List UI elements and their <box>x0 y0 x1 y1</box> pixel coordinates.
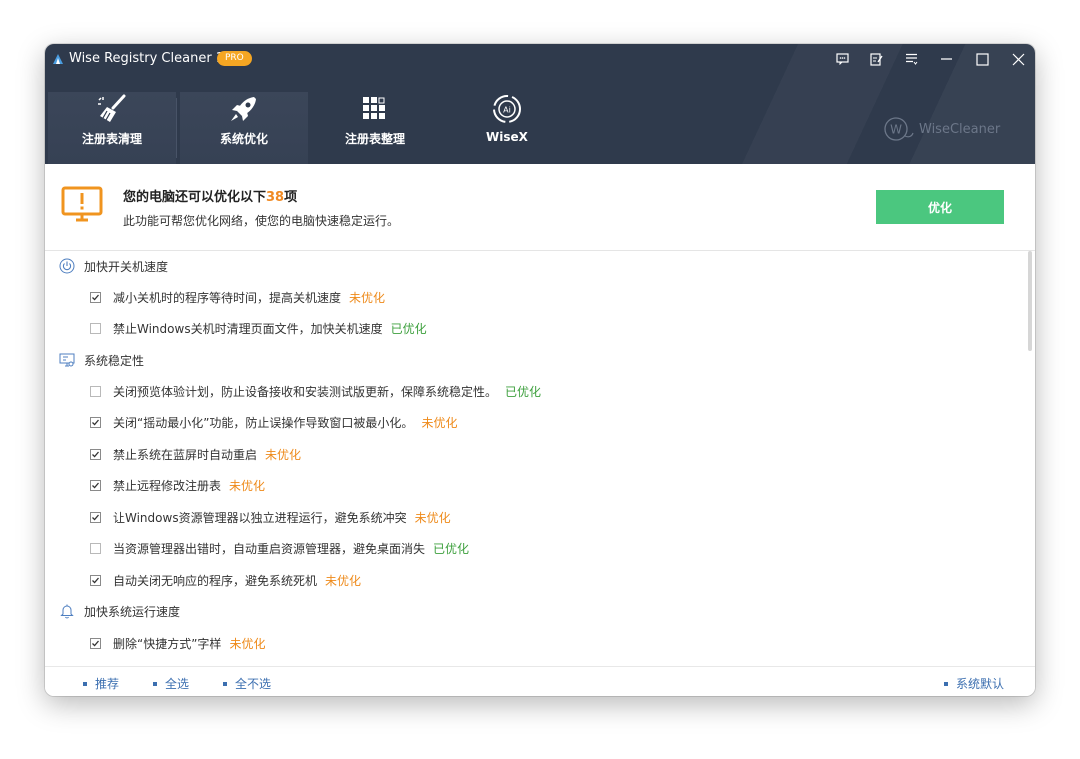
recommend-link[interactable]: 推荐 <box>83 675 119 692</box>
scrollbar[interactable] <box>1028 251 1032 351</box>
tab-label: 注册表整理 <box>344 132 405 146</box>
tab-label: WiseX <box>486 130 528 144</box>
optimize-count: 38 <box>266 190 285 205</box>
item-label: 关闭预览体验计划，防止设备接收和安装测试版更新，保障系统稳定性。 <box>113 384 498 399</box>
bullet-icon <box>944 681 948 686</box>
tab-system-optimize[interactable]: 系统优化 <box>180 92 308 164</box>
ai-swirl-icon: Ai <box>491 94 523 124</box>
monitor-warning-icon <box>61 186 103 222</box>
list-item[interactable]: 减小关机时的程序等待时间，提高关机速度 未优化 <box>90 285 385 309</box>
close-icon[interactable] <box>1007 48 1029 70</box>
nav-divider <box>176 98 177 158</box>
select-all-link[interactable]: 全选 <box>153 675 189 692</box>
banner-title: 您的电脑还可以优化以下38项 <box>123 190 298 205</box>
banner-subtitle: 此功能可帮您优化网络，使您的电脑快速稳定运行。 <box>123 214 400 228</box>
brand-label: WiseCleaner <box>919 121 1001 137</box>
footer-bar: 推荐 全选 全不选 系统默认 <box>45 666 1035 696</box>
wisecleaner-logo-icon: W <box>884 117 914 141</box>
app-window: Wise Registry Cleaner 11 PRO 注册表清理 系统优化 … <box>45 44 1035 696</box>
app-logo-icon <box>53 54 63 64</box>
optimization-list: 加快开关机速度 减小关机时的程序等待时间，提高关机速度 未优化 禁止Window… <box>45 251 1035 665</box>
list-item[interactable]: 禁止Windows关机时清理页面文件，加快关机速度 已优化 <box>90 316 427 340</box>
item-label: 禁止远程修改注册表 <box>113 478 222 493</box>
monitor-settings-icon <box>58 351 76 369</box>
status-badge: 未优化 <box>325 573 362 588</box>
checkbox[interactable] <box>90 542 101 554</box>
title-bar: Wise Registry Cleaner 11 PRO <box>45 44 1035 74</box>
category-row: 加快开关机速度 <box>58 254 168 278</box>
list-item[interactable]: 让Windows资源管理器以独立进程运行，避免系统冲突 未优化 <box>90 505 451 529</box>
checkbox[interactable] <box>90 479 101 491</box>
power-icon <box>58 257 76 275</box>
status-badge: 已优化 <box>505 384 542 399</box>
svg-text:Ai: Ai <box>503 106 511 115</box>
status-badge: 未优化 <box>421 415 458 430</box>
category-label: 系统稳定性 <box>84 353 145 368</box>
wisecleaner-brand[interactable]: W WiseCleaner <box>883 116 1000 142</box>
bullet-icon <box>153 681 157 686</box>
menu-icon[interactable] <box>900 48 922 70</box>
bullet-icon <box>83 681 87 686</box>
checkbox[interactable] <box>90 511 101 523</box>
tab-label: 注册表清理 <box>81 132 142 146</box>
item-label: 当资源管理器出错时，自动重启资源管理器，避免桌面消失 <box>113 541 426 556</box>
category-label: 加快开关机速度 <box>84 259 169 274</box>
list-item[interactable]: 禁止远程修改注册表 未优化 <box>90 473 265 497</box>
item-label: 让Windows资源管理器以独立进程运行，避免系统冲突 <box>113 510 407 525</box>
select-none-link[interactable]: 全不选 <box>223 675 271 692</box>
list-item[interactable]: 自动关闭无响应的程序，避免系统死机 未优化 <box>90 568 361 592</box>
item-label: 禁止Windows关机时清理页面文件，加快关机速度 <box>113 321 383 336</box>
bullet-icon <box>223 681 227 686</box>
rocket-icon <box>228 94 260 124</box>
status-badge: 未优化 <box>414 510 451 525</box>
summary-banner: 您的电脑还可以优化以下38项 此功能可帮您优化网络，使您的电脑快速稳定运行。 优… <box>45 164 1035 251</box>
tab-registry-clean[interactable]: 注册表清理 <box>48 92 176 164</box>
list-item[interactable]: 关闭“摇动最小化”功能，防止误操作导致窗口被最小化。 未优化 <box>90 410 457 434</box>
minimize-icon[interactable] <box>935 48 957 70</box>
item-label: 减小关机时的程序等待时间，提高关机速度 <box>113 290 342 305</box>
app-title: Wise Registry Cleaner 11 <box>69 51 233 66</box>
status-badge: 未优化 <box>229 478 266 493</box>
checkbox[interactable] <box>90 637 101 649</box>
tab-label: 系统优化 <box>219 132 268 146</box>
category-row: 系统稳定性 <box>58 348 144 372</box>
optimize-button[interactable]: 优化 <box>876 190 1004 224</box>
checkbox[interactable] <box>90 416 101 428</box>
svg-text:W: W <box>890 123 902 137</box>
item-label: 自动关闭无响应的程序，避免系统死机 <box>113 573 318 588</box>
maximize-icon[interactable] <box>971 48 993 70</box>
list-item[interactable]: 当资源管理器出错时，自动重启资源管理器，避免桌面消失 已优化 <box>90 536 469 560</box>
feedback-icon[interactable] <box>831 48 853 70</box>
category-label: 加快系统运行速度 <box>84 604 181 619</box>
edit-note-icon[interactable] <box>865 48 887 70</box>
category-row: 加快系统运行速度 <box>58 599 180 623</box>
item-label: 关闭“摇动最小化”功能，防止误操作导致窗口被最小化。 <box>113 415 414 430</box>
bell-icon <box>58 602 76 620</box>
broom-icon <box>96 94 128 124</box>
grid-blocks-icon <box>361 94 389 124</box>
list-item[interactable]: 禁止系统在蓝屏时自动重启 未优化 <box>90 442 301 466</box>
list-item[interactable]: 关闭预览体验计划，防止设备接收和安装测试版更新，保障系统稳定性。 已优化 <box>90 379 541 403</box>
checkbox[interactable] <box>90 291 101 303</box>
item-label: 删除“快捷方式”字样 <box>113 636 222 651</box>
tab-registry-defrag[interactable]: 注册表整理 <box>311 92 439 164</box>
status-badge: 已优化 <box>390 321 427 336</box>
list-item[interactable]: 删除“快捷方式”字样 未优化 <box>90 631 265 655</box>
checkbox[interactable] <box>90 385 101 397</box>
pro-badge: PRO <box>217 51 252 66</box>
checkbox[interactable] <box>90 322 101 334</box>
tab-wisex[interactable]: Ai WiseX <box>443 92 571 164</box>
checkbox[interactable] <box>90 448 101 460</box>
header: Wise Registry Cleaner 11 PRO 注册表清理 系统优化 … <box>45 44 1035 164</box>
checkbox[interactable] <box>90 574 101 586</box>
status-badge: 未优化 <box>265 447 302 462</box>
status-badge: 未优化 <box>229 636 266 651</box>
status-badge: 未优化 <box>349 290 386 305</box>
item-label: 禁止系统在蓝屏时自动重启 <box>113 447 258 462</box>
system-default-link[interactable]: 系统默认 <box>944 675 1004 692</box>
status-badge: 已优化 <box>433 541 470 556</box>
